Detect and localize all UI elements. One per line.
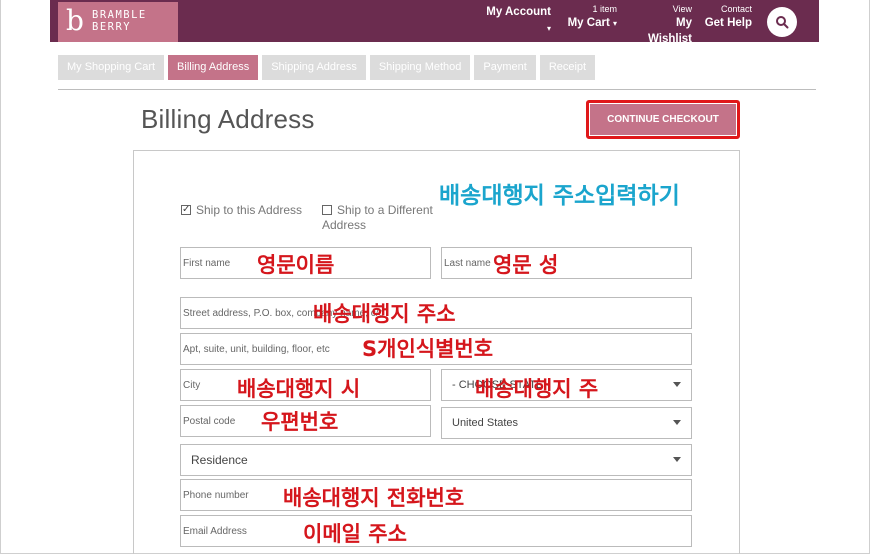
country-selected-value: United States (452, 417, 519, 429)
annotation-apt: S개인식별번호 (362, 337, 494, 361)
search-icon (776, 16, 789, 29)
annotation-email: 이메일 주소 (303, 522, 407, 546)
cart-count: 1 item (592, 4, 617, 14)
wishlist-top: View (672, 4, 692, 14)
step-shipping-address[interactable]: Shipping Address (262, 55, 366, 80)
logo-mark: b (66, 4, 84, 37)
get-help-label: Get Help (704, 17, 752, 29)
my-cart-menu[interactable]: 1 item My Cart ▾ (565, 4, 617, 32)
step-receipt[interactable]: Receipt (539, 55, 596, 80)
step-shipping-method[interactable]: Shipping Method (369, 55, 471, 80)
my-wishlist-link[interactable]: View My Wishlist (630, 4, 692, 47)
annotation-title: 배송대행지 주소입력하기 (439, 183, 680, 209)
annotation-postal: 우편번호 (261, 410, 339, 434)
chevron-down-icon (673, 420, 681, 425)
divider (58, 89, 816, 90)
annotation-last-name: 영문 성 (493, 253, 559, 277)
logo-line-1: BRAMBLE (92, 9, 147, 21)
annotation-first-name: 영문이름 (257, 253, 335, 277)
ship-to-this-address-option[interactable]: Ship to this Address (181, 202, 303, 218)
address-type-select[interactable]: Residence (180, 444, 692, 476)
checkout-steps: My Shopping Cart Billing Address Shippin… (58, 55, 596, 80)
my-account-label: My Account (486, 6, 551, 18)
logo-line-2: BERRY (92, 21, 132, 33)
step-payment[interactable]: Payment (474, 55, 536, 80)
ship-to-this-address-label: Ship to this Address (196, 203, 303, 217)
site-header: b BRAMBLE BERRY My Account ▾ 1 item My C… (50, 0, 819, 45)
checkbox-unchecked-icon[interactable] (322, 205, 332, 215)
email-address-input[interactable] (181, 516, 691, 546)
annotation-state: 배송대행지 주 (475, 377, 599, 401)
annotation-phone: 배송대행지 전화번호 (283, 486, 465, 510)
last-name-input[interactable] (442, 248, 691, 278)
continue-checkout-button[interactable]: CONTINUE CHECKOUT (590, 104, 736, 135)
country-select[interactable]: United States (441, 407, 692, 439)
my-cart-label: My Cart (567, 17, 610, 29)
address-type-selected-value: Residence (191, 453, 248, 467)
ship-different-label-1: Ship to a Different (337, 203, 433, 217)
chevron-down-icon: ▾ (546, 24, 551, 33)
step-billing-address[interactable]: Billing Address (168, 55, 259, 80)
chevron-down-icon (673, 457, 681, 462)
checkbox-checked-icon[interactable] (181, 202, 191, 217)
ship-different-label-2: Address (322, 218, 367, 232)
bramble-berry-logo[interactable]: b BRAMBLE BERRY (58, 2, 178, 42)
chevron-down-icon: ▾ (612, 19, 617, 28)
my-wishlist-label: My Wishlist (648, 17, 692, 45)
search-button[interactable] (767, 7, 797, 37)
my-account-menu[interactable]: My Account ▾ (481, 4, 551, 37)
chevron-down-icon (673, 382, 681, 387)
step-my-shopping-cart[interactable]: My Shopping Cart (58, 55, 165, 80)
last-name-field[interactable] (441, 247, 692, 279)
annotation-street: 배송대행지 주소 (313, 302, 456, 326)
annotation-city: 배송대행지 시 (237, 377, 361, 401)
logo-text: BRAMBLE BERRY (92, 9, 147, 33)
get-help-link[interactable]: Contact Get Help (704, 4, 752, 31)
page-title: Billing Address (141, 104, 315, 134)
email-address-field[interactable] (180, 515, 692, 547)
help-top: Contact (720, 4, 752, 14)
ship-to-different-address-option[interactable]: Ship to a Different Address (322, 203, 433, 233)
